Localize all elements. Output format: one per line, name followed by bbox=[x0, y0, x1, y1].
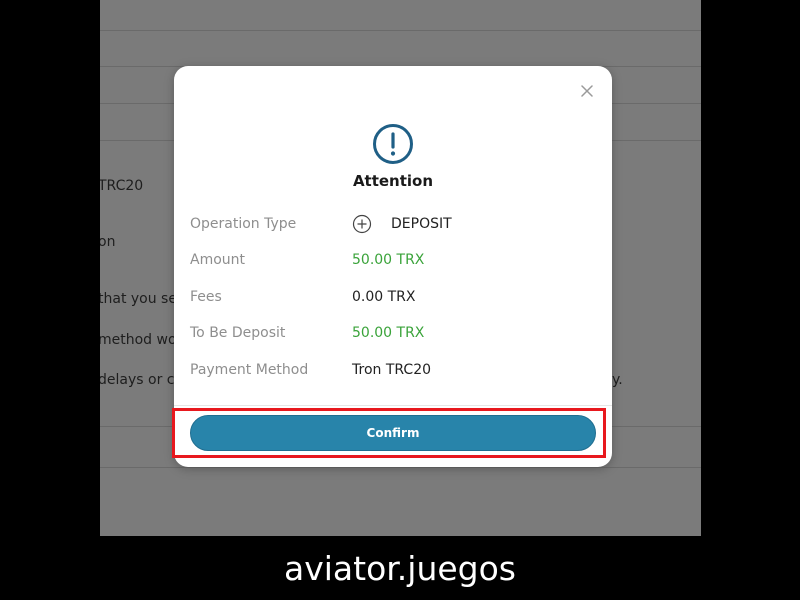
operation-type-value: DEPOSIT bbox=[391, 216, 452, 232]
close-icon bbox=[581, 85, 593, 97]
to-be-deposit-value: 50.00 TRX bbox=[352, 325, 425, 341]
background-text: on bbox=[100, 234, 116, 250]
attention-modal: Attention Operation Type DEPOSIT Amount … bbox=[174, 66, 612, 467]
row-value: DEPOSIT bbox=[352, 214, 452, 234]
background-text: delays or c bbox=[100, 372, 175, 388]
fees-value: 0.00 TRX bbox=[352, 289, 416, 305]
modal-title: Attention bbox=[352, 172, 434, 190]
plus-circle-icon bbox=[352, 214, 372, 234]
operation-type-row: Operation Type DEPOSIT bbox=[190, 213, 596, 235]
confirm-button[interactable]: Confirm bbox=[190, 415, 596, 451]
background-divider bbox=[100, 30, 701, 31]
row-label: Payment Method bbox=[190, 362, 309, 378]
amount-row: Amount 50.00 TRX bbox=[190, 249, 596, 271]
background-text: method wo bbox=[100, 332, 177, 348]
modal-divider bbox=[174, 405, 612, 406]
row-label: Amount bbox=[190, 252, 246, 268]
background-divider bbox=[100, 467, 701, 468]
exclamation-circle-icon bbox=[373, 124, 413, 164]
background-text: y. bbox=[612, 372, 623, 388]
close-button[interactable] bbox=[576, 80, 598, 102]
fees-row: Fees 0.00 TRX bbox=[190, 286, 596, 308]
to-be-deposit-row: To Be Deposit 50.00 TRX bbox=[190, 322, 596, 344]
background-text: that you se bbox=[100, 291, 177, 307]
payment-method-row: Payment Method Tron TRC20 bbox=[190, 359, 596, 381]
row-label: To Be Deposit bbox=[190, 325, 286, 341]
screenshot-stage: TRC20 on that you se method wo delays or… bbox=[0, 0, 800, 600]
row-label: Fees bbox=[190, 289, 222, 305]
payment-method-value: Tron TRC20 bbox=[352, 362, 432, 378]
amount-value: 50.00 TRX bbox=[352, 252, 425, 268]
watermark-text: aviator.juegos bbox=[283, 548, 516, 588]
background-text: TRC20 bbox=[100, 178, 144, 194]
row-label: Operation Type bbox=[190, 216, 297, 232]
